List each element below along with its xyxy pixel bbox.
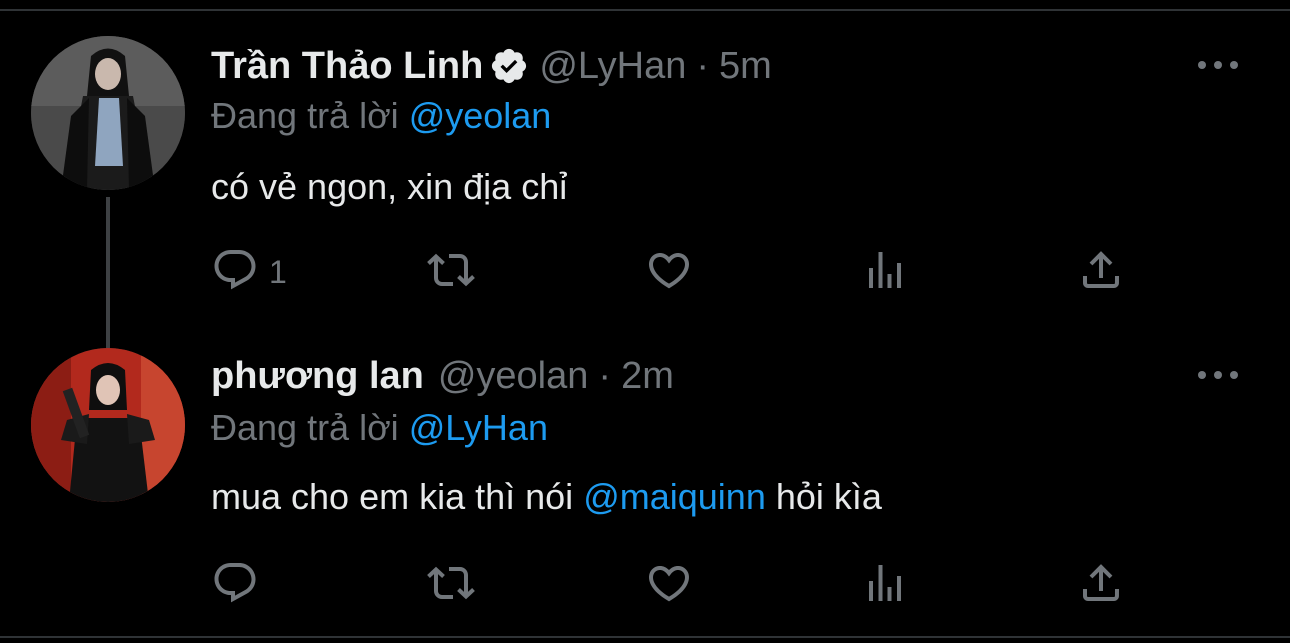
views-button[interactable] [861,560,909,610]
tweet-mention[interactable]: @maiquinn [583,476,766,517]
share-button[interactable] [1077,560,1125,610]
tweet-header: phương lan @yeolan · 2m [211,352,674,400]
tweet[interactable]: phương lan @yeolan · 2m Đang trả lời @Ly… [0,331,1290,636]
retweet-button[interactable] [427,247,475,297]
bottom-divider [0,636,1290,638]
more-horizontal-icon[interactable] [1198,365,1238,385]
like-button[interactable] [645,247,693,297]
analytics-icon [861,559,909,612]
tweet[interactable]: Trần Thảo Linh @LyHan · 5m Đang trả lời … [0,11,1290,355]
user-handle[interactable]: @LyHan [539,45,686,88]
more-horizontal-icon[interactable] [1198,55,1238,75]
retweet-icon [427,559,475,612]
reply-button[interactable]: 1 [211,247,287,297]
replying-prefix: Đang trả lời [211,95,399,136]
avatar[interactable] [31,36,185,190]
analytics-icon [861,246,909,299]
share-button[interactable] [1077,247,1125,297]
share-icon [1077,559,1125,612]
reply-icon [211,559,259,612]
views-button[interactable] [861,247,909,297]
replying-to: Đang trả lời @LyHan [211,407,548,449]
replying-to-mention[interactable]: @LyHan [409,407,548,448]
reply-icon [211,246,259,299]
avatar[interactable] [31,348,185,502]
timestamp[interactable]: 2m [621,355,674,398]
tweet-text-part: hỏi kìa [775,476,882,517]
retweet-button[interactable] [427,560,475,610]
reply-button[interactable] [211,560,269,610]
separator-dot: · [696,44,709,87]
display-name[interactable]: phương lan [211,355,424,398]
verified-badge-icon [489,46,529,86]
replying-to-mention[interactable]: @yeolan [409,95,552,136]
tweet-actions: 1 [211,247,1131,297]
reply-count: 1 [269,253,287,290]
heart-icon [645,559,693,612]
tweet-text-part: mua cho em kia thì nói [211,476,574,517]
replying-to: Đang trả lời @yeolan [211,95,551,137]
user-handle[interactable]: @yeolan [438,355,589,398]
retweet-icon [427,246,475,299]
separator-dot: · [598,354,612,397]
heart-icon [645,246,693,299]
tweet-header: Trần Thảo Linh @LyHan · 5m [211,42,772,90]
display-name[interactable]: Trần Thảo Linh [211,45,483,88]
timestamp[interactable]: 5m [719,45,772,88]
tweet-text: có vẻ ngon, xin địa chỉ [211,166,568,207]
replying-prefix: Đang trả lời [211,407,399,448]
tweet-actions [211,560,1131,610]
share-icon [1077,246,1125,299]
tweet-text: mua cho em kia thì nói @maiquinn hỏi kìa [211,476,882,518]
like-button[interactable] [645,560,693,610]
